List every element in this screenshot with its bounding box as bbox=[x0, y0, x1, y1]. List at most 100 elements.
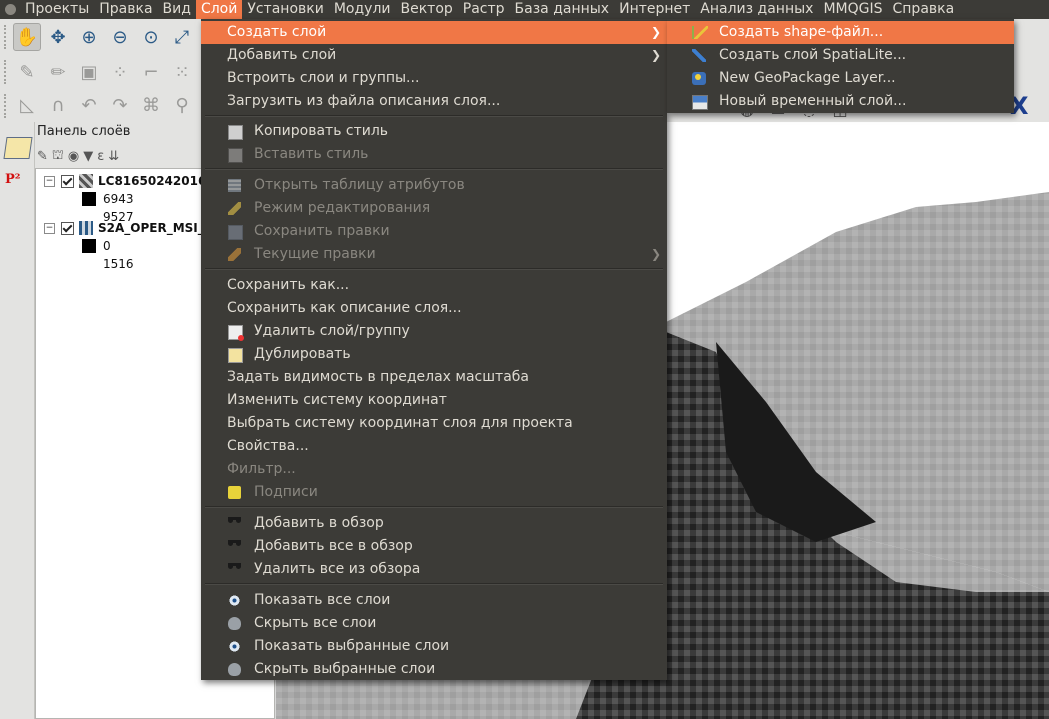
new-geopackage-item[interactable]: New GeoPackage Layer... bbox=[667, 67, 1014, 90]
embed-layers-item[interactable]: Встроить слои и группы... bbox=[201, 67, 667, 90]
p2-plugin-icon[interactable]: P² bbox=[5, 172, 20, 187]
layer-visibility-checkbox[interactable] bbox=[61, 221, 74, 235]
menu-layer[interactable]: Слой bbox=[195, 0, 243, 19]
remove-layer-item[interactable]: Удалить слой/группу bbox=[201, 320, 667, 343]
eye-icon bbox=[228, 640, 241, 653]
toggle-editing-item[interactable]: Режим редактирования bbox=[201, 197, 667, 220]
paste-style-item[interactable]: Вставить стиль bbox=[201, 143, 667, 166]
menu-raster[interactable]: Растр bbox=[458, 0, 510, 19]
measure-icon[interactable]: ◺ bbox=[13, 92, 41, 120]
add-feature-icon[interactable]: ⁘ bbox=[106, 58, 134, 86]
open-attribute-table-item[interactable]: Открыть таблицу атрибутов bbox=[201, 174, 667, 197]
legend-value: 6943 bbox=[103, 192, 134, 206]
duplicate-layer-item[interactable]: Дублировать bbox=[201, 343, 667, 366]
toolbar-grip[interactable] bbox=[4, 93, 10, 118]
save-edits-item[interactable]: Сохранить правки bbox=[201, 220, 667, 243]
toggle-editing-icon[interactable]: ✏ bbox=[44, 58, 72, 86]
filter-icon[interactable]: ▼ bbox=[83, 149, 93, 164]
current-edits-item[interactable]: Текущие правки ❯ bbox=[201, 243, 667, 266]
magnet-icon[interactable]: ∩ bbox=[44, 92, 72, 120]
geopackage-icon bbox=[692, 72, 706, 85]
legend-item: 6943 bbox=[36, 190, 134, 208]
load-layer-definition-item[interactable]: Загрузить из файла описания слоя... bbox=[201, 90, 667, 113]
collapse-icon[interactable]: − bbox=[44, 222, 55, 234]
layer-visibility-checkbox[interactable] bbox=[61, 174, 74, 188]
menu-settings[interactable]: Установки bbox=[242, 0, 329, 19]
current-edits-icon[interactable]: ✎ bbox=[13, 58, 41, 86]
raster-layer-icon bbox=[79, 174, 93, 188]
add-layer-item[interactable]: Добавить слой ❯ bbox=[201, 44, 667, 67]
add-all-to-overview-item[interactable]: Добавить все в обзор bbox=[201, 535, 667, 558]
new-temporary-layer-item[interactable]: Новый временный слой... bbox=[667, 90, 1014, 113]
create-layer-item[interactable]: Создать слой ❯ bbox=[201, 21, 667, 44]
duplicate-icon bbox=[228, 348, 243, 363]
save-as-layer-definition-item[interactable]: Сохранить как описание слоя... bbox=[201, 297, 667, 320]
menu-vector[interactable]: Вектор bbox=[395, 0, 457, 19]
pan-to-selection-icon[interactable]: ✥ bbox=[44, 23, 72, 51]
zoom-out-icon[interactable]: ⊖ bbox=[106, 23, 134, 51]
zoom-full-icon[interactable]: ⤢ bbox=[168, 23, 196, 51]
hide-all-layers-item[interactable]: Скрыть все слои bbox=[201, 612, 667, 635]
menu-web[interactable]: Интернет bbox=[614, 0, 695, 19]
spatialite-icon bbox=[692, 49, 706, 62]
current-edits-icon bbox=[228, 248, 241, 261]
copy-icon bbox=[228, 125, 243, 140]
remove-all-from-overview-item[interactable]: Удалить все из обзора bbox=[201, 558, 667, 581]
menu-view[interactable]: Вид bbox=[158, 0, 196, 19]
zoom-native-icon[interactable]: ⊙ bbox=[137, 23, 165, 51]
layer-name: S2A_OPER_MSI_ bbox=[98, 221, 204, 235]
simplify-icon[interactable]: ⌘ bbox=[137, 92, 165, 120]
layer-properties-item[interactable]: Свойства... bbox=[201, 435, 667, 458]
window-control-icon[interactable] bbox=[0, 0, 20, 19]
menu-mmqgis[interactable]: MMQGIS bbox=[818, 0, 887, 19]
collapse-icon[interactable]: − bbox=[44, 175, 55, 187]
undo-icon[interactable]: ↶ bbox=[75, 92, 103, 120]
eye-closed-icon bbox=[228, 617, 241, 630]
menu-projects[interactable]: Проекты bbox=[20, 0, 94, 19]
add-to-overview-item[interactable]: Добавить в обзор bbox=[201, 512, 667, 535]
submenu-arrow-icon: ❯ bbox=[650, 25, 661, 39]
menu-database[interactable]: База данных bbox=[510, 0, 615, 19]
pan-icon[interactable]: ✋ bbox=[13, 23, 41, 51]
filter-item[interactable]: Фильтр... bbox=[201, 458, 667, 481]
move-feature-icon[interactable]: ⁙ bbox=[168, 58, 196, 86]
filter-expression-icon[interactable]: ε bbox=[97, 149, 104, 164]
style-icon[interactable]: ✎ bbox=[37, 149, 48, 164]
menu-plugins[interactable]: Модули bbox=[329, 0, 396, 19]
new-spatialite-item[interactable]: Создать слой SpatiaLite... bbox=[667, 44, 1014, 67]
layers-panel-title: Панель слоёв bbox=[37, 124, 131, 139]
new-shapefile-item[interactable]: Создать shape-файл... bbox=[667, 21, 1014, 44]
menu-help[interactable]: Справка bbox=[888, 0, 960, 19]
copy-style-item[interactable]: Копировать стиль bbox=[201, 120, 667, 143]
labels-icon bbox=[228, 486, 241, 499]
legend-symbol bbox=[82, 192, 96, 206]
show-all-layers-item[interactable]: Показать все слои bbox=[201, 589, 667, 612]
zoom-in-icon[interactable]: ⊕ bbox=[75, 23, 103, 51]
menu-analysis[interactable]: Анализ данных bbox=[695, 0, 818, 19]
save-edits-icon[interactable]: ▣ bbox=[75, 58, 103, 86]
save-as-item[interactable]: Сохранить как... bbox=[201, 274, 667, 297]
menu-edit[interactable]: Правка bbox=[94, 0, 157, 19]
expand-all-icon[interactable]: ⇊ bbox=[108, 149, 119, 164]
set-layer-crs-item[interactable]: Изменить систему координат bbox=[201, 389, 667, 412]
save-edits-icon bbox=[228, 225, 243, 240]
reshape-icon[interactable]: ⚲ bbox=[168, 92, 196, 120]
redo-icon[interactable]: ↷ bbox=[106, 92, 134, 120]
toolbar-grip[interactable] bbox=[4, 25, 10, 49]
paste-icon bbox=[228, 148, 243, 163]
layer-item[interactable]: − LC816502420162 bbox=[36, 172, 215, 190]
submenu-arrow-icon: ❯ bbox=[650, 247, 661, 261]
add-group-icon[interactable]: ⛫ bbox=[52, 148, 64, 165]
visibility-icon[interactable]: ◉ bbox=[68, 149, 79, 164]
node-tool-icon[interactable]: ⌐ bbox=[137, 58, 165, 86]
layer-item[interactable]: − S2A_OPER_MSI_ bbox=[36, 219, 204, 237]
edit-notes-icon[interactable] bbox=[3, 137, 33, 159]
labels-item[interactable]: Подписи bbox=[201, 481, 667, 504]
remove-layer-icon bbox=[228, 325, 244, 341]
pencil-icon bbox=[228, 202, 241, 215]
hide-selected-layers-item[interactable]: Скрыть выбранные слои bbox=[201, 658, 667, 681]
toolbar-grip[interactable] bbox=[4, 60, 10, 84]
set-scale-visibility-item[interactable]: Задать видимость в пределах масштаба bbox=[201, 366, 667, 389]
set-project-crs-from-layer-item[interactable]: Выбрать систему координат слоя для проек… bbox=[201, 412, 667, 435]
show-selected-layers-item[interactable]: Показать выбранные слои bbox=[201, 635, 667, 658]
